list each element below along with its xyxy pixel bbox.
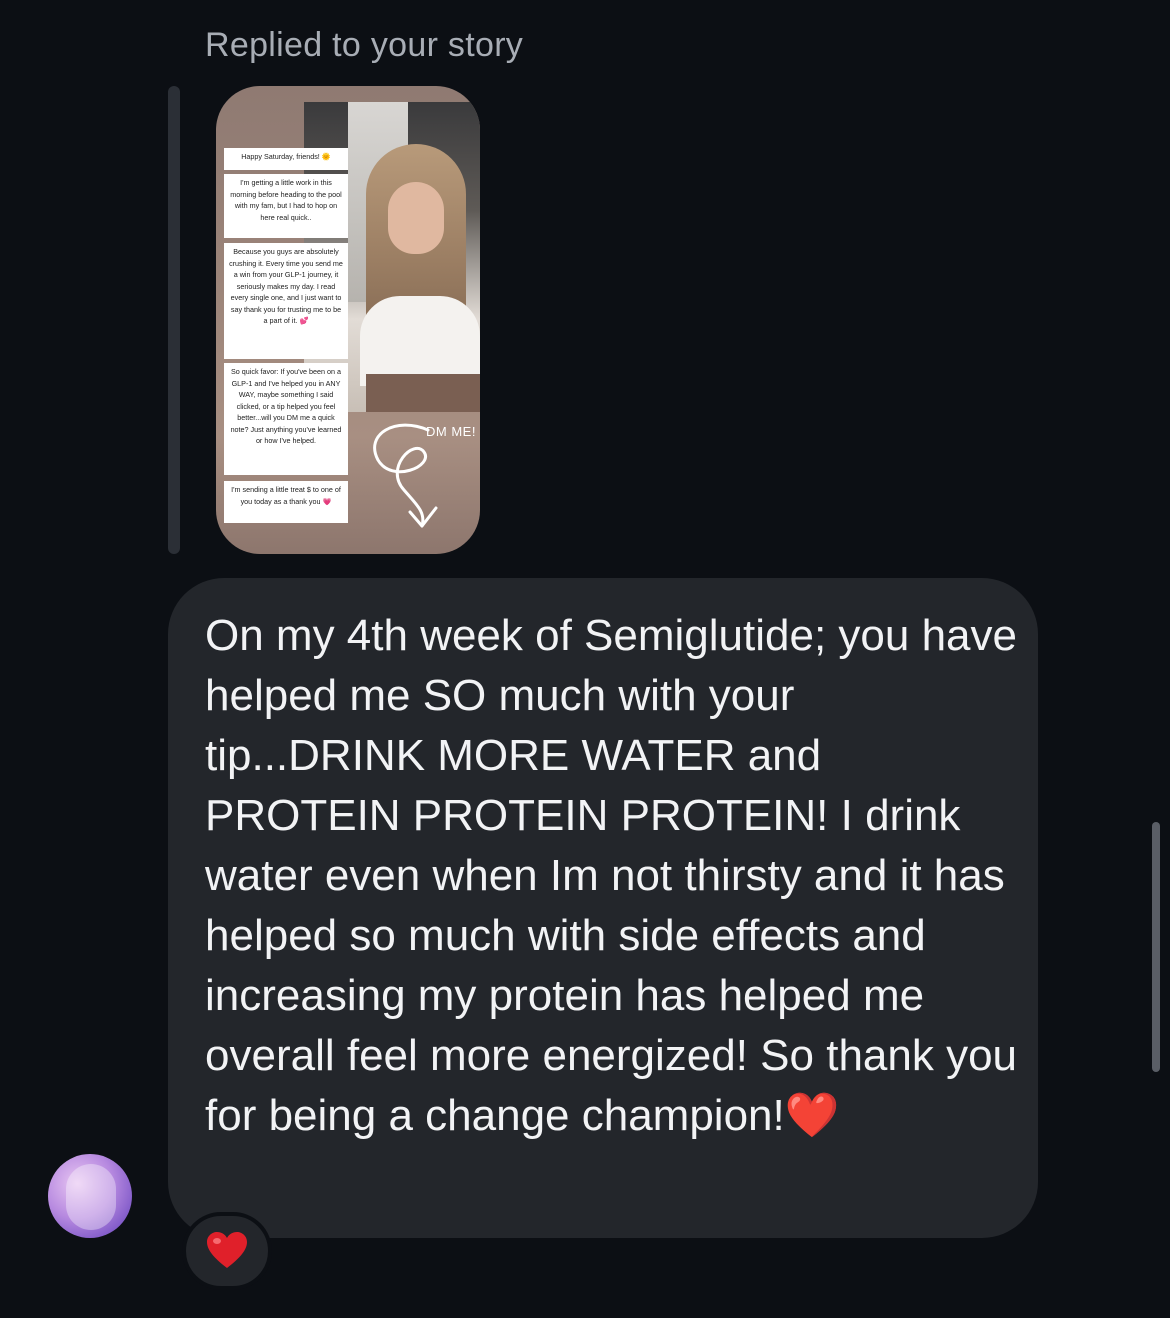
sender-avatar[interactable] — [48, 1154, 132, 1238]
avatar-image — [66, 1164, 116, 1230]
story-note-4: So quick favor: If you've been on a GLP-… — [224, 363, 348, 475]
story-arrow-icon — [373, 423, 438, 528]
story-note-3: Because you guys are absolutely crushing… — [224, 243, 348, 359]
message-text: On my 4th week of Semiglutide; you have … — [205, 606, 1020, 1146]
story-photo-pants — [366, 374, 480, 412]
story-note-2: I'm getting a little work in this mornin… — [224, 174, 348, 238]
story-preview[interactable]: Happy Saturday, friends! 🌞 I'm getting a… — [216, 86, 480, 554]
scrollbar[interactable] — [1152, 822, 1160, 1072]
reaction-badge[interactable] — [182, 1212, 272, 1290]
story-note-5: I'm sending a little treat $ to one of y… — [224, 481, 348, 523]
story-photo-shirt — [360, 296, 480, 386]
heart-icon: ❤️ — [784, 1091, 840, 1140]
story-note-1: Happy Saturday, friends! 🌞 — [224, 148, 348, 170]
reply-quote-bar — [168, 86, 180, 554]
heart-reaction-icon — [207, 1232, 247, 1268]
story-photo-face — [388, 182, 444, 254]
message-body: On my 4th week of Semiglutide; you have … — [205, 611, 1018, 1140]
replied-to-story-label: Replied to your story — [205, 26, 524, 64]
